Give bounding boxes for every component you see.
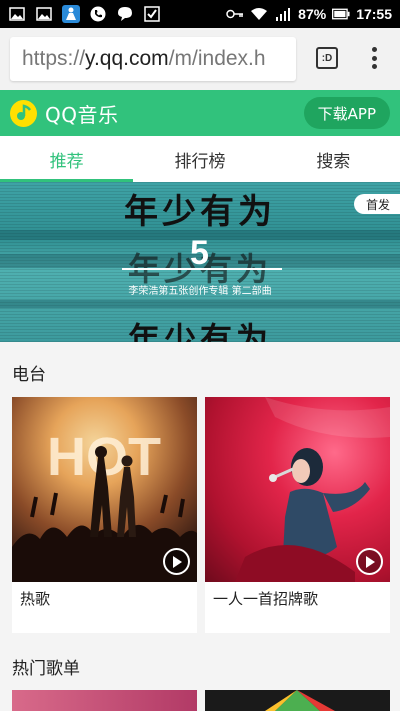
banner-subtitle: 李荣浩第五张创作专辑 第二部曲 bbox=[128, 286, 272, 297]
tab-switcher-button[interactable]: :D bbox=[316, 47, 338, 69]
tab-recommend[interactable]: 推荐 bbox=[0, 136, 134, 182]
main-tabs: 推荐 排行榜 搜索 bbox=[0, 136, 400, 182]
play-icon[interactable] bbox=[163, 548, 190, 575]
play-icon[interactable] bbox=[356, 548, 383, 575]
signal-icon bbox=[274, 6, 292, 22]
battery-icon bbox=[332, 6, 350, 22]
first-release-badge: 首发 bbox=[353, 194, 400, 214]
playlist-card[interactable] bbox=[205, 690, 390, 711]
banner-album-title: 年少有为 bbox=[124, 192, 276, 232]
playlist-cover-art bbox=[265, 690, 335, 711]
wifi-icon bbox=[250, 6, 268, 22]
battery-percent: 87% bbox=[298, 6, 327, 22]
tab-search[interactable]: 搜索 bbox=[267, 136, 400, 182]
status-bar: 87% 17:55 bbox=[0, 0, 400, 28]
tab-charts[interactable]: 排行榜 bbox=[133, 136, 266, 182]
person-app-icon bbox=[62, 5, 80, 23]
browser-toolbar: https://y.qq.com/m/index.h :D bbox=[0, 28, 400, 90]
playlist-card[interactable] bbox=[12, 690, 197, 711]
chat-icon bbox=[116, 6, 134, 22]
qq-music-logo-icon[interactable] bbox=[10, 99, 37, 127]
url-scheme: https:// bbox=[22, 47, 86, 70]
phone-icon bbox=[89, 6, 107, 22]
image-icon bbox=[35, 6, 53, 22]
banner-divider bbox=[122, 268, 282, 270]
url-bar[interactable]: https://y.qq.com/m/index.h bbox=[10, 37, 296, 81]
url-path: /m/index.h bbox=[168, 47, 266, 70]
url-host: y.qq.com bbox=[85, 47, 169, 70]
radio-card-label: 一人一首招牌歌 bbox=[213, 590, 319, 608]
radio-card-signature-song[interactable]: 一人一首招牌歌 bbox=[205, 397, 390, 633]
clock: 17:55 bbox=[356, 6, 392, 22]
section-title-radio: 电台 bbox=[12, 365, 46, 385]
brand-name[interactable]: QQ音乐 bbox=[45, 99, 118, 128]
check-icon bbox=[143, 6, 161, 22]
section-title-hot-playlists: 热门歌单 bbox=[12, 659, 80, 679]
promo-banner[interactable]: 年少有为 年少有为 5 李荣浩第五张创作专辑 第二部曲 年少有为 首发 bbox=[0, 182, 400, 342]
radio-card-hot[interactable]: HOT 热歌 bbox=[12, 397, 197, 633]
banner-album-title-bottom: 年少有为 bbox=[127, 320, 272, 342]
site-header: QQ音乐 下载APP bbox=[0, 90, 400, 136]
more-menu-icon[interactable] bbox=[364, 44, 384, 72]
image-icon bbox=[8, 6, 26, 22]
radio-card-label: 热歌 bbox=[20, 590, 51, 608]
download-app-button[interactable]: 下载APP bbox=[303, 97, 390, 129]
key-icon bbox=[226, 6, 244, 22]
banner-stripe bbox=[0, 300, 400, 308]
